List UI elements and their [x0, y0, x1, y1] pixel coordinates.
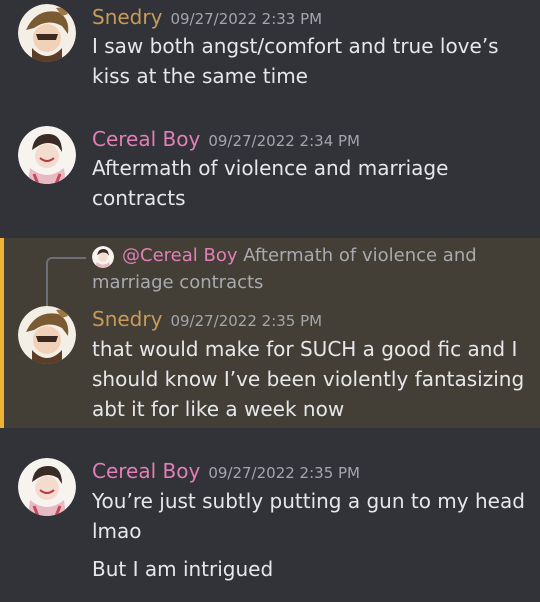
timestamp: 09/27/2022 2:33 PM: [170, 10, 323, 28]
reply-text: Aftermath of violence and: [243, 245, 477, 266]
cereal-boy-avatar[interactable]: [18, 126, 76, 184]
message-text-followup: But I am intrigued: [92, 557, 274, 581]
cereal-boy-avatar[interactable]: [18, 458, 76, 516]
reply-preview[interactable]: @Cereal Boy Aftermath of violence and: [122, 245, 477, 266]
reply-spine: [46, 257, 86, 307]
reply-avatar[interactable]: [92, 246, 114, 268]
snedry-avatar-icon: [18, 4, 76, 62]
snedry-avatar-icon: [18, 306, 76, 364]
message-text: abt it for like a week now: [92, 397, 345, 421]
message-text: Aftermath of violence and marriage: [92, 156, 449, 180]
cereal-boy-avatar-icon: [18, 126, 76, 184]
message-text: You’re just subtly putting a gun to my h…: [92, 489, 525, 513]
mention-highlight-bar: [0, 238, 4, 428]
cereal-boy-avatar-icon: [92, 246, 114, 268]
username[interactable]: Snedry: [92, 307, 162, 331]
username[interactable]: Cereal Boy: [92, 459, 200, 483]
snedry-avatar[interactable]: [18, 4, 76, 62]
reply-text-continued: marriage contracts: [92, 272, 264, 293]
username[interactable]: Snedry: [92, 5, 162, 29]
cereal-boy-avatar-icon: [18, 458, 76, 516]
message-text: lmao: [92, 519, 142, 543]
message-header: Snedry 09/27/2022 2:35 PM: [92, 307, 322, 331]
message-text: kiss at the same time: [92, 64, 308, 88]
snedry-avatar[interactable]: [18, 306, 76, 364]
message-text: I saw both angst/comfort and true love’s: [92, 34, 499, 58]
message-header: Cereal Boy 09/27/2022 2:34 PM: [92, 127, 360, 151]
timestamp: 09/27/2022 2:35 PM: [170, 312, 323, 330]
message-text: contracts: [92, 186, 186, 210]
message-text: should know I’ve been violently fantasiz…: [92, 367, 525, 391]
timestamp: 09/27/2022 2:35 PM: [208, 464, 360, 482]
message-text: that would make for SUCH a good fic and …: [92, 337, 518, 361]
message-header: Snedry 09/27/2022 2:33 PM: [92, 5, 322, 29]
reply-mention[interactable]: @Cereal Boy: [122, 245, 238, 266]
username[interactable]: Cereal Boy: [92, 127, 200, 151]
message-header: Cereal Boy 09/27/2022 2:35 PM: [92, 459, 360, 483]
timestamp: 09/27/2022 2:34 PM: [208, 132, 360, 150]
